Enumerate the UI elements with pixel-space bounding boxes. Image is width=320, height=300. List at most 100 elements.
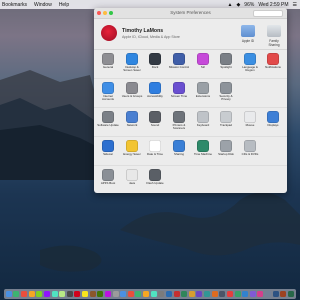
- pane-notifications[interactable]: Notifications: [262, 53, 284, 69]
- dock-app-icon[interactable]: [272, 291, 279, 297]
- clock[interactable]: Wed 2:59 PM: [258, 2, 288, 8]
- dock-app-icon[interactable]: [5, 291, 12, 297]
- apple-id-icon[interactable]: [241, 25, 255, 37]
- pane-time-machine[interactable]: Time Machine: [192, 140, 214, 156]
- pane-disk[interactable]: Startup Disk: [215, 140, 237, 156]
- pane-clock[interactable]: Date & Time: [144, 140, 166, 156]
- dock-app-icon[interactable]: [43, 291, 50, 297]
- pane-flash-update[interactable]: Flash Update: [144, 169, 166, 185]
- pane-printer[interactable]: Printers & Scanners: [168, 111, 190, 131]
- dock: [4, 289, 296, 299]
- pane-puzzle[interactable]: Extensions: [192, 82, 214, 98]
- dock-app-icon[interactable]: [21, 291, 28, 297]
- pane-desktop[interactable]: Desktop & Screen Saver: [121, 53, 143, 73]
- pane-display[interactable]: Displays: [262, 111, 284, 127]
- pane-globe[interactable]: Language & Region: [239, 53, 261, 73]
- dock-app-icon[interactable]: [104, 291, 111, 297]
- dock-app-icon[interactable]: [74, 291, 81, 297]
- dock-app-icon[interactable]: [165, 291, 172, 297]
- pane-siri[interactable]: Siri: [192, 53, 214, 69]
- dock-app-icon[interactable]: [143, 291, 150, 297]
- status-icon-1[interactable]: ▲: [227, 2, 232, 8]
- java-icon: [126, 169, 138, 181]
- dock-app-icon[interactable]: [127, 291, 134, 297]
- pane-trackpad[interactable]: Trackpad: [215, 111, 237, 127]
- control-icon[interactable]: ☰: [293, 2, 297, 8]
- dock-app-icon[interactable]: [211, 291, 218, 297]
- dock-app-icon[interactable]: [28, 291, 35, 297]
- dock-app-icon[interactable]: [219, 291, 226, 297]
- pane-gear[interactable]: Software Update: [97, 111, 119, 127]
- dock-app-icon[interactable]: [257, 291, 264, 297]
- pane-label: Language & Region: [242, 65, 258, 73]
- pane-users[interactable]: Users & Groups: [121, 82, 143, 98]
- pane-hourglass[interactable]: Screen Time: [168, 82, 190, 98]
- dock-app-icon[interactable]: [150, 291, 157, 297]
- pane-accessibility[interactable]: Accessibility: [144, 82, 166, 98]
- pane-dock[interactable]: Dock: [144, 53, 166, 69]
- search-input[interactable]: [253, 10, 283, 17]
- menu-item-bookmarks[interactable]: Bookmarks: [2, 2, 27, 8]
- pane-label: APFS Boot: [100, 181, 116, 185]
- dock-app-icon[interactable]: [120, 291, 127, 297]
- pane-speaker[interactable]: Sound: [144, 111, 166, 127]
- hourglass-icon: [173, 82, 185, 94]
- dock-app-icon[interactable]: [13, 291, 20, 297]
- dock-app-icon[interactable]: [135, 291, 142, 297]
- account-subtitle: Apple ID, iCloud, Media & App Store: [122, 35, 180, 39]
- dock-app-icon[interactable]: [181, 291, 188, 297]
- pane-network[interactable]: Network: [121, 111, 143, 127]
- pane-keyboard[interactable]: Keyboard: [192, 111, 214, 127]
- pane-sidecar[interactable]: Sidecar: [97, 140, 119, 156]
- preference-panes: General Desktop & Screen Saver Dock Mission…: [94, 50, 287, 193]
- dock-app-icon[interactable]: [97, 291, 104, 297]
- pane-mission-control[interactable]: Mission Control: [168, 53, 190, 69]
- pane-cd[interactable]: CDs & DVDs: [239, 140, 261, 156]
- dock-app-icon[interactable]: [280, 291, 287, 297]
- pane-label: Mouse: [245, 123, 255, 127]
- dock-app-icon[interactable]: [51, 291, 58, 297]
- dock-app-icon[interactable]: [265, 291, 272, 297]
- dock-app-icon[interactable]: [249, 291, 256, 297]
- dock-app-icon[interactable]: [66, 291, 73, 297]
- dock-app-icon[interactable]: [196, 291, 203, 297]
- pane-at[interactable]: Internet Accounts: [97, 82, 119, 102]
- dock-app-icon[interactable]: [158, 291, 165, 297]
- dock-app-icon[interactable]: [173, 291, 180, 297]
- avatar[interactable]: [101, 25, 117, 41]
- apple-id-label[interactable]: Apple ID: [238, 39, 258, 43]
- pane-label: Screen Time: [170, 94, 188, 98]
- dock-app-icon[interactable]: [89, 291, 96, 297]
- pane-label: Keyboard: [196, 123, 210, 127]
- family-sharing-label[interactable]: Family Sharing: [264, 39, 284, 47]
- pane-general[interactable]: General: [97, 53, 119, 69]
- pane-apfs[interactable]: APFS Boot: [97, 169, 119, 185]
- dock-app-icon[interactable]: [234, 291, 241, 297]
- dock-icon: [149, 53, 161, 65]
- dock-app-icon[interactable]: [59, 291, 66, 297]
- dock-app-icon[interactable]: [242, 291, 249, 297]
- dock-app-icon[interactable]: [112, 291, 119, 297]
- family-sharing-icon[interactable]: [267, 25, 281, 37]
- pane-house-lock[interactable]: Security & Privacy: [215, 82, 237, 102]
- pane-java[interactable]: Java: [121, 169, 143, 185]
- status-icon-2[interactable]: ◆: [236, 2, 240, 8]
- sidecar-icon: [102, 140, 114, 152]
- dock-app-icon[interactable]: [204, 291, 211, 297]
- pane-label: Sidecar: [103, 152, 113, 156]
- menu-item-help[interactable]: Help: [59, 2, 69, 8]
- dock-app-icon[interactable]: [36, 291, 43, 297]
- dock-app-icon[interactable]: [287, 291, 294, 297]
- dock-app-icon[interactable]: [226, 291, 233, 297]
- desktop-icon: [126, 53, 138, 65]
- battery-percent[interactable]: 96%: [244, 2, 254, 8]
- pane-label: Extensions: [195, 94, 211, 98]
- pane-bulb[interactable]: Energy Saver: [121, 140, 143, 156]
- dock-app-icon[interactable]: [188, 291, 195, 297]
- pane-mouse[interactable]: Mouse: [239, 111, 261, 127]
- dock-app-icon[interactable]: [82, 291, 89, 297]
- pane-label: Startup Disk: [218, 152, 234, 156]
- pane-sharing[interactable]: Sharing: [168, 140, 190, 156]
- pane-spotlight[interactable]: Spotlight: [215, 53, 237, 69]
- menu-item-window[interactable]: Window: [34, 2, 52, 8]
